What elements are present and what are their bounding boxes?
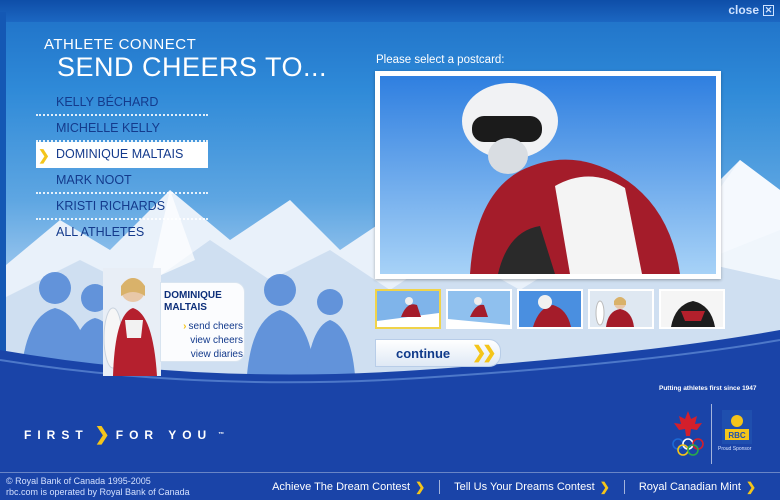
rbc-logo-text: RBC bbox=[728, 431, 746, 440]
athlete-item-michelle-kelly[interactable]: ❯ MICHELLE KELLY bbox=[36, 116, 208, 142]
footer-link-achieve-the-dream[interactable]: Achieve The Dream Contest ❯ bbox=[272, 480, 425, 494]
view-diaries-link[interactable]: view diaries bbox=[161, 348, 243, 362]
thumb-image bbox=[590, 291, 652, 327]
rbc-logo: RBC bbox=[722, 410, 752, 444]
footer-links: Achieve The Dream Contest ❯ Tell Us Your… bbox=[272, 480, 756, 494]
double-chevron-right-icon: ❯❯ bbox=[472, 343, 496, 362]
brand-slogan-right: FOR YOU bbox=[115, 427, 213, 442]
footer-link-label: Achieve The Dream Contest bbox=[272, 481, 411, 493]
snowboarder-postcard-image bbox=[380, 76, 716, 274]
postcard-thumb-3[interactable] bbox=[517, 289, 583, 329]
brand-slogan-left: FIRST bbox=[24, 427, 89, 442]
chevron-right-icon: ❯ bbox=[94, 424, 110, 444]
chevron-right-icon: ❯ bbox=[415, 480, 426, 494]
postcard-thumb-1[interactable] bbox=[375, 289, 441, 329]
link-label: send cheers bbox=[188, 321, 243, 332]
footer-divider bbox=[0, 472, 780, 473]
chevron-right-icon: ❯ bbox=[745, 480, 756, 494]
athlete-name: MARK NOOT bbox=[56, 173, 132, 187]
footer-link-label: Royal Canadian Mint bbox=[638, 481, 741, 493]
trademark-mark: ™ bbox=[218, 431, 225, 438]
copyright-line-2: rbc.com is operated by Royal Bank of Can… bbox=[6, 487, 190, 497]
footer-separator bbox=[623, 480, 625, 494]
canadian-olympic-logo bbox=[672, 411, 704, 456]
close-button[interactable]: close ✕ bbox=[728, 3, 774, 17]
logo-divider bbox=[711, 404, 712, 464]
profile-name-line2: MALTAIS bbox=[164, 302, 207, 313]
x-box-icon: ✕ bbox=[763, 4, 774, 16]
profile-links: › send cheers view cheers view diaries bbox=[161, 320, 243, 362]
tagline: Putting athletes first since 1947 bbox=[659, 385, 757, 392]
sponsor-caption: Proud Sponsor bbox=[718, 446, 752, 452]
profile-name-line1: DOMINIQUE bbox=[164, 290, 222, 301]
thumb-image bbox=[661, 291, 723, 327]
athlete-item-dominique-maltais[interactable]: ❯ DOMINIQUE MALTAIS bbox=[36, 142, 208, 168]
copyright-line-1: © Royal Bank of Canada 1995-2005 bbox=[6, 476, 151, 486]
section-kicker: ATHLETE CONNECT bbox=[44, 36, 197, 53]
chevron-right-icon: ❯ bbox=[599, 480, 610, 494]
postcard-thumb-5[interactable] bbox=[659, 289, 725, 329]
postcard-thumb-4[interactable] bbox=[588, 289, 654, 329]
athlete-name: KRISTI RICHARDS bbox=[56, 199, 166, 213]
thumb-image bbox=[519, 291, 581, 327]
footer-separator bbox=[439, 480, 441, 494]
chevron-right-icon: ❯ bbox=[38, 147, 50, 163]
postcard-prompt: Please select a postcard: bbox=[376, 54, 505, 66]
postcard-preview[interactable] bbox=[375, 71, 721, 279]
athlete-profile-card: DOMINIQUE MALTAIS › send cheers view chee… bbox=[160, 282, 245, 362]
link-label: view diaries bbox=[190, 349, 243, 360]
page-title: SEND CHEERS TO... bbox=[57, 52, 328, 82]
copyright: © Royal Bank of Canada 1995-2005 rbc.com… bbox=[6, 476, 190, 498]
footer-link-label: Tell Us Your Dreams Contest bbox=[454, 481, 595, 493]
chevron-right-icon: › bbox=[183, 321, 187, 332]
athlete-name: MICHELLE KELLY bbox=[56, 121, 160, 135]
athlete-item-kristi-richards[interactable]: ❯ KRISTI RICHARDS bbox=[36, 194, 208, 220]
top-frame-bar bbox=[0, 0, 780, 22]
close-label: close bbox=[728, 3, 759, 17]
athlete-item-all-athletes[interactable]: ❯ ALL ATHLETES bbox=[36, 220, 208, 246]
athlete-name: DOMINIQUE MALTAIS bbox=[56, 147, 184, 161]
thumb-image bbox=[448, 291, 510, 327]
postcard-thumbnails bbox=[375, 289, 725, 331]
athlete-item-mark-noot[interactable]: ❯ MARK NOOT bbox=[36, 168, 208, 194]
postcard-thumb-2[interactable] bbox=[446, 289, 512, 329]
send-cheers-link[interactable]: › send cheers bbox=[161, 320, 243, 334]
athlete-list: ❯ KELLY BÉCHARD ❯ MICHELLE KELLY ❯ DOMIN… bbox=[36, 90, 208, 246]
link-label: view cheers bbox=[190, 335, 243, 346]
athlete-item-kelly-bechard[interactable]: ❯ KELLY BÉCHARD bbox=[36, 90, 208, 116]
profile-name: DOMINIQUE MALTAIS bbox=[164, 290, 244, 314]
athlete-name: KELLY BÉCHARD bbox=[56, 95, 159, 109]
continue-button[interactable]: continue ❯❯ bbox=[375, 339, 501, 367]
continue-label: continue bbox=[396, 346, 451, 361]
athlete-name: ALL ATHLETES bbox=[56, 225, 145, 239]
athlete-portrait bbox=[103, 268, 161, 376]
footer-link-royal-canadian-mint[interactable]: Royal Canadian Mint ❯ bbox=[639, 480, 756, 494]
thumb-image bbox=[377, 291, 439, 327]
view-cheers-link[interactable]: view cheers bbox=[161, 334, 243, 348]
brand-slogan: FIRST ❯ FOR YOU ™ bbox=[24, 424, 224, 445]
footer-link-tell-us-your-dreams[interactable]: Tell Us Your Dreams Contest ❯ bbox=[454, 480, 610, 494]
